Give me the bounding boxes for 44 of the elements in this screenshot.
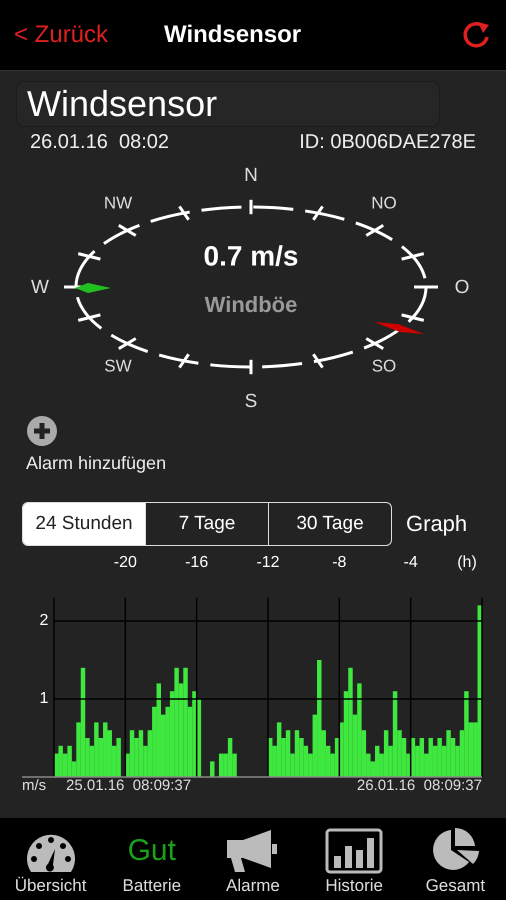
tab-bar-item[interactable]: Gesamt bbox=[407, 826, 504, 896]
sensor-id: ID: 0B006DAE278E bbox=[299, 131, 476, 154]
tab-bar-item[interactable]: Gut Batterie bbox=[104, 828, 200, 896]
pointer-icon bbox=[374, 322, 424, 334]
screen-title: Windsensor bbox=[164, 21, 302, 49]
axis-unit-label: (h) bbox=[457, 554, 477, 572]
axis-tick-label: 1 bbox=[40, 690, 48, 708]
wind-caption: Windböe bbox=[204, 292, 298, 317]
wind-speed: 0.7 m/s bbox=[204, 240, 298, 272]
chart-bar bbox=[210, 761, 214, 777]
range-end-label: 26.01.16 08:09:37 bbox=[356, 776, 482, 794]
direction-label: SW bbox=[104, 356, 132, 376]
range-start-label: 25.01.16 08:09:37 bbox=[66, 776, 192, 794]
back-button[interactable]: < Zurück bbox=[14, 21, 164, 49]
direction-label: SO bbox=[372, 356, 396, 376]
timestamp: 26.01.16 08:02 bbox=[30, 131, 170, 154]
add-alarm-label[interactable]: Alarm hinzufügen bbox=[26, 453, 166, 474]
sensor-name-field[interactable]: Windsensor bbox=[16, 81, 440, 127]
range-tab[interactable]: 7 Tage bbox=[145, 503, 268, 545]
axis-tick-label: -4 bbox=[404, 554, 418, 572]
direction-label: N bbox=[244, 165, 258, 186]
tab-bar-item[interactable]: Alarme bbox=[204, 828, 301, 896]
tab-bar-item[interactable]: Historie bbox=[306, 828, 402, 896]
axis-tick-label: -16 bbox=[185, 554, 208, 572]
direction-label: NO bbox=[371, 193, 397, 212]
tab-bar-item[interactable]: Übersicht bbox=[2, 834, 99, 896]
bar-chart-icon bbox=[325, 828, 384, 874]
axis-tick-label: -12 bbox=[256, 554, 280, 572]
graph-label: Graph bbox=[406, 511, 468, 537]
range-tab[interactable]: 24 Stunden bbox=[23, 503, 145, 545]
direction-label: S bbox=[244, 391, 258, 412]
pointer-icon bbox=[75, 283, 111, 293]
sensor-name: Windsensor bbox=[27, 83, 218, 125]
direction-label: O bbox=[454, 277, 470, 298]
battery-status: Gut bbox=[128, 833, 176, 869]
axis-unit-label: m/s bbox=[22, 776, 46, 794]
add-icon[interactable] bbox=[26, 415, 58, 447]
axis-tick-label: 2 bbox=[40, 612, 48, 630]
axis-tick-label: -8 bbox=[332, 554, 346, 572]
range-tab[interactable]: 30 Tage bbox=[268, 503, 391, 545]
gauge-icon bbox=[26, 834, 76, 874]
direction-label: NW bbox=[104, 193, 132, 212]
direction-label: W bbox=[31, 277, 49, 298]
axis-tick-label: -20 bbox=[114, 554, 137, 572]
